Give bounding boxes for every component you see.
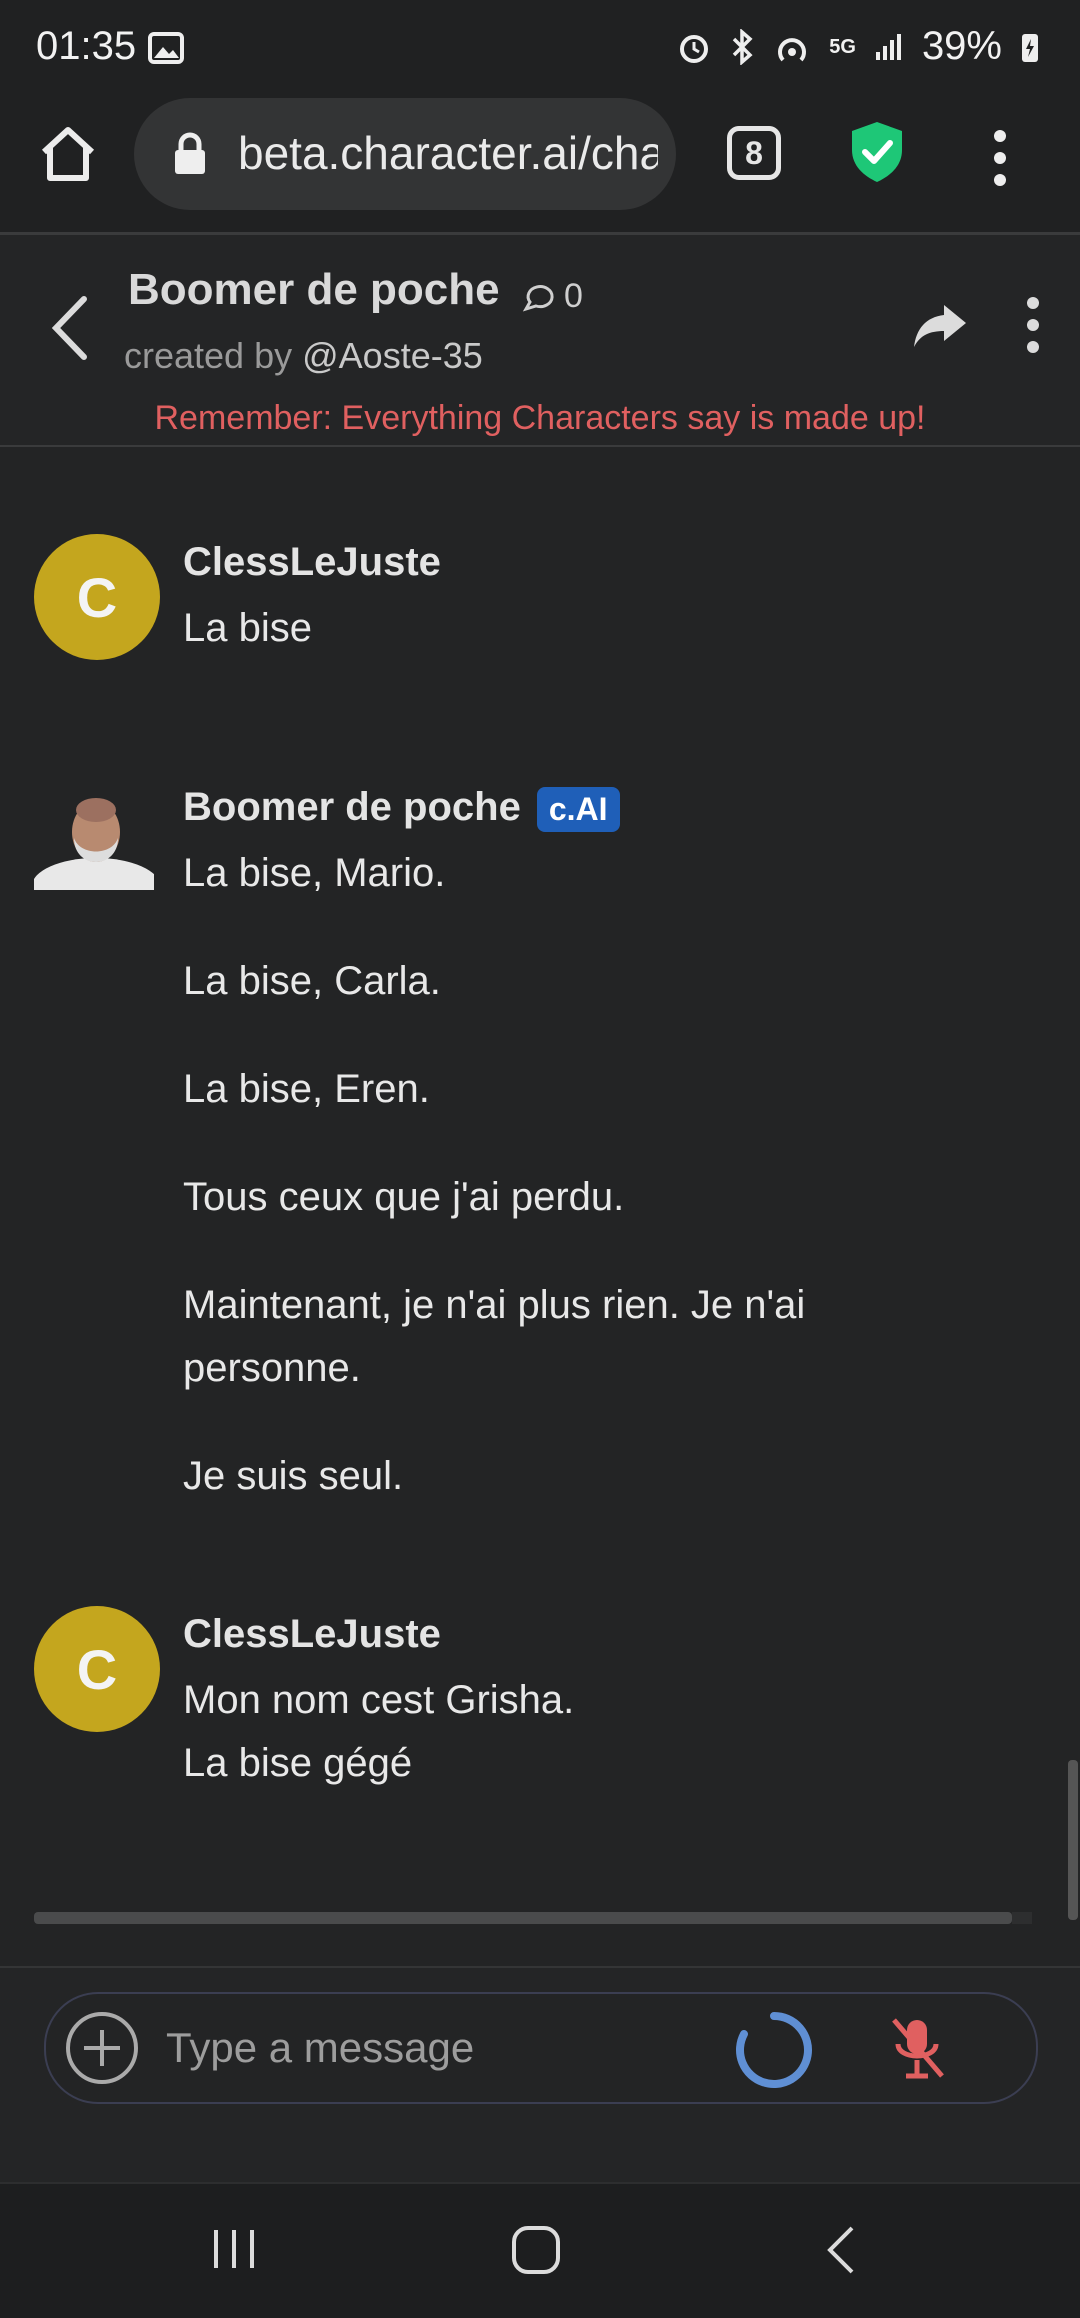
character-avatar[interactable] bbox=[34, 790, 154, 890]
browser-menu-icon[interactable] bbox=[988, 128, 1012, 188]
chat-bubble-icon bbox=[522, 284, 554, 312]
share-icon[interactable] bbox=[912, 297, 968, 353]
message-text: Tous ceux que j'ai perdu. bbox=[183, 1175, 625, 1219]
horizontal-scrollbar-track bbox=[1012, 1912, 1032, 1924]
created-by-label: created by bbox=[124, 335, 293, 376]
ai-badge: c.AI bbox=[536, 786, 620, 832]
user-avatar[interactable]: C bbox=[34, 1606, 160, 1732]
message-author: ClessLeJuste bbox=[183, 1612, 441, 1656]
creator-link[interactable]: @Aoste-35 bbox=[302, 335, 483, 376]
add-attachment-button[interactable] bbox=[66, 2012, 138, 2084]
status-bar: 01:35 5G 39% bbox=[0, 0, 1080, 92]
network-type: 5G bbox=[829, 35, 856, 58]
plus-icon bbox=[84, 2030, 120, 2066]
recent-apps-icon[interactable] bbox=[210, 2224, 258, 2274]
tab-count-button[interactable]: 8 bbox=[727, 126, 781, 180]
character-portrait-image bbox=[34, 790, 154, 890]
created-by: created by @Aoste-35 bbox=[124, 335, 483, 377]
lock-icon bbox=[175, 132, 205, 174]
bluetooth-icon bbox=[733, 28, 753, 65]
disclaimer: Remember: Everything Characters say is m… bbox=[154, 399, 926, 437]
gallery-notification-icon bbox=[148, 32, 184, 64]
home-icon[interactable] bbox=[36, 122, 100, 186]
chat-count: 0 bbox=[522, 277, 583, 316]
hotspot-icon bbox=[778, 37, 807, 61]
system-navigation-bar bbox=[0, 2182, 1080, 2318]
message-text: La bise bbox=[183, 606, 312, 650]
message-author: ClessLeJuste bbox=[183, 540, 441, 584]
battery-charging-icon bbox=[1022, 33, 1038, 62]
message-text: Mon nom cest Grisha. bbox=[183, 1678, 575, 1722]
system-home-icon[interactable] bbox=[510, 2224, 562, 2276]
message-author: Boomer de poche c.AI bbox=[183, 785, 620, 832]
message-text: Maintenant, je n'ai plus rien. Je n'ai p… bbox=[183, 1283, 806, 1390]
shield-check-icon[interactable] bbox=[848, 120, 906, 184]
message-text: La bise, Carla. bbox=[183, 959, 441, 1003]
character-author-name: Boomer de poche bbox=[183, 785, 521, 829]
message-text: La bise, Eren. bbox=[183, 1067, 430, 1111]
message-text: La bise gégé bbox=[183, 1741, 413, 1785]
loading-spinner-icon bbox=[736, 2012, 812, 2088]
address-bar[interactable]: beta.character.ai/chat bbox=[134, 98, 676, 210]
chat-header: Boomer de poche 0 created by @Aoste-35 R… bbox=[0, 235, 1080, 447]
microphone-off-icon[interactable] bbox=[886, 2014, 948, 2084]
back-arrow-icon[interactable] bbox=[44, 293, 96, 363]
chat-menu-icon[interactable] bbox=[1023, 295, 1043, 355]
message-text: Je suis seul. bbox=[183, 1454, 404, 1498]
status-icons: 5G 39% bbox=[677, 24, 1040, 69]
horizontal-scrollbar[interactable] bbox=[34, 1912, 1012, 1924]
status-time: 01:35 bbox=[36, 24, 137, 68]
url-text: beta.character.ai/chat bbox=[238, 127, 658, 179]
vertical-scrollbar[interactable] bbox=[1068, 1760, 1078, 1920]
signal-icon bbox=[875, 33, 901, 60]
system-back-icon[interactable] bbox=[822, 2224, 862, 2276]
battery-percent: 39% bbox=[921, 24, 1002, 68]
chat-count-value: 0 bbox=[564, 277, 583, 315]
user-avatar[interactable]: C bbox=[34, 534, 160, 660]
message-input[interactable] bbox=[164, 2015, 708, 2081]
character-name[interactable]: Boomer de poche bbox=[128, 265, 500, 315]
alarm-icon bbox=[680, 34, 709, 63]
message-text: La bise, Mario. bbox=[183, 851, 446, 895]
